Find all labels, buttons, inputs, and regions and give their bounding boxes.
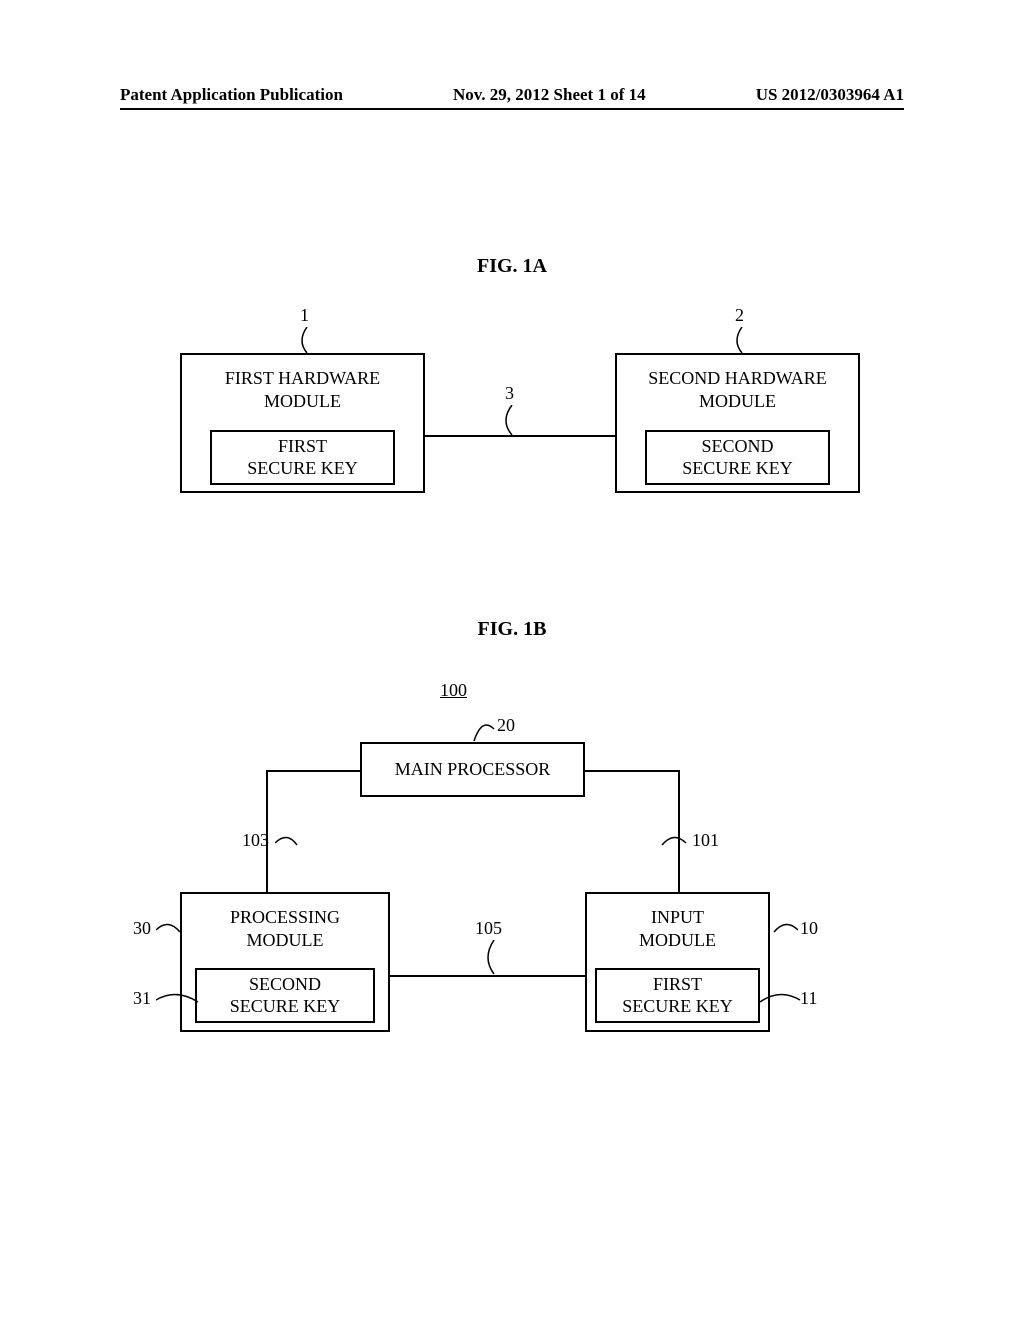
ref-2-leader <box>728 327 748 355</box>
ref-20: 20 <box>497 715 515 736</box>
ref-30-leader <box>156 920 182 938</box>
ref-3-leader <box>498 405 518 437</box>
ref-3: 3 <box>505 383 514 404</box>
ref-31: 31 <box>133 988 151 1009</box>
header-left: Patent Application Publication <box>120 85 343 105</box>
conn-right-h <box>585 770 680 772</box>
header-center: Nov. 29, 2012 Sheet 1 of 14 <box>453 85 646 105</box>
processing-module-title: PROCESSING MODULE <box>230 906 340 953</box>
proc-second-secure-key-label: SECOND SECURE KEY <box>230 974 341 1017</box>
ref-31-leader <box>156 990 200 1008</box>
ref-2: 2 <box>735 305 744 326</box>
ref-105-leader <box>480 940 500 976</box>
ref-105: 105 <box>475 918 502 939</box>
main-processor-label: MAIN PROCESSOR <box>395 759 551 780</box>
main-processor-box: MAIN PROCESSOR <box>360 742 585 797</box>
input-module-title: INPUT MODULE <box>639 906 716 953</box>
second-hardware-module-title: SECOND HARDWARE MODULE <box>648 367 827 414</box>
first-hardware-module-title: FIRST HARDWARE MODULE <box>225 367 380 414</box>
conn-right-v <box>678 770 680 892</box>
input-first-secure-key-box: FIRST SECURE KEY <box>595 968 760 1023</box>
page-header: Patent Application Publication Nov. 29, … <box>0 85 1024 105</box>
ref-11-leader <box>758 990 802 1008</box>
ref-1: 1 <box>300 305 309 326</box>
ref-1-leader <box>293 327 313 355</box>
ref-10: 10 <box>800 918 818 939</box>
second-secure-key-box: SECOND SECURE KEY <box>645 430 830 485</box>
ref-100: 100 <box>440 680 467 701</box>
conn-line-a <box>425 435 615 437</box>
ref-30: 30 <box>133 918 151 939</box>
second-secure-key-label: SECOND SECURE KEY <box>682 436 793 479</box>
fig1a-label: FIG. 1A <box>0 255 1024 278</box>
fig1b-label: FIG. 1B <box>0 618 1024 641</box>
ref-101-leader <box>660 833 688 851</box>
ref-103: 103 <box>242 830 269 851</box>
header-rule <box>120 108 904 110</box>
first-secure-key-label: FIRST SECURE KEY <box>247 436 358 479</box>
ref-101: 101 <box>692 830 719 851</box>
ref-20-leader <box>470 717 498 745</box>
conn-left-h <box>266 770 360 772</box>
header-right: US 2012/0303964 A1 <box>756 85 904 105</box>
ref-10-leader <box>772 920 798 938</box>
first-secure-key-box: FIRST SECURE KEY <box>210 430 395 485</box>
ref-11: 11 <box>800 988 817 1009</box>
ref-103-leader <box>275 833 299 851</box>
proc-second-secure-key-box: SECOND SECURE KEY <box>195 968 375 1023</box>
input-first-secure-key-label: FIRST SECURE KEY <box>622 974 733 1017</box>
